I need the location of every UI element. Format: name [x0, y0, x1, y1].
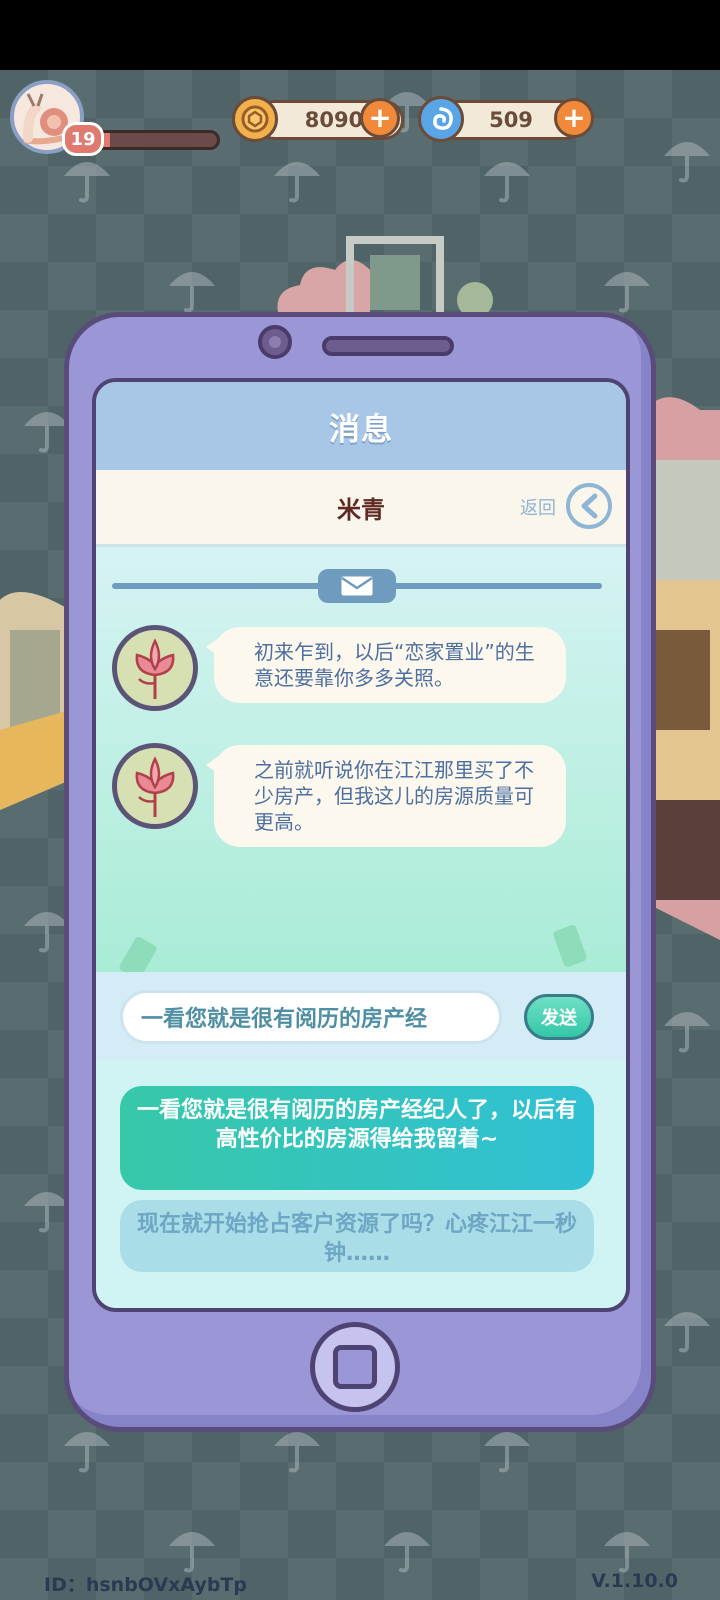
reply-option-2[interactable]: 现在就开始抢占客户资源了吗？心疼江江一秒钟…… [120, 1200, 594, 1272]
umbrella-icon [660, 1300, 714, 1354]
level-badge: 19 [62, 122, 104, 156]
chevron-left-icon [581, 493, 598, 519]
coin-icon [232, 96, 278, 142]
sender-avatar[interactable] [112, 625, 198, 711]
message-bubble: 初来乍到，以后“恋家置业”的生意还要靠你多多关照。 [206, 627, 566, 703]
reply-input[interactable]: 一看您就是很有阅历的房产经 [120, 990, 502, 1044]
umbrella-icon [165, 260, 219, 314]
phone-screen: 消息 米青 返回 初来乍到，以后“恋家置业”的生意还要靠你多多关照。 之前就听说… [92, 378, 630, 1312]
lotus-icon [135, 638, 175, 699]
reply-option-1[interactable]: 一看您就是很有阅历的房产经纪人了，以后有高性价比的房源得给我留着~ [120, 1086, 594, 1190]
reply-options: 一看您就是很有阅历的房产经纪人了，以后有高性价比的房源得给我留着~ 现在就开始抢… [96, 1060, 626, 1308]
umbrella-icon [165, 1520, 219, 1574]
leaf-decoration [552, 924, 588, 968]
phone-speaker [322, 336, 454, 356]
mail-badge [318, 569, 396, 603]
umbrella-icon [600, 1520, 654, 1574]
xp-progress-bar [92, 130, 220, 150]
chat-area[interactable]: 初来乍到，以后“恋家置业”的生意还要靠你多多关照。 之前就听说你在江江那里买了不… [96, 547, 626, 981]
sender-avatar[interactable] [112, 743, 198, 829]
envelope-icon [341, 576, 373, 596]
coin-amount: 8090 [304, 108, 364, 132]
back-button[interactable] [566, 483, 612, 529]
player-id: ID：hsnbOVxAybTp [44, 1574, 247, 1596]
home-square-icon [333, 1345, 377, 1389]
building-decoration-top [277, 236, 493, 320]
umbrella-icon [270, 150, 324, 204]
umbrella-icon [380, 1520, 434, 1574]
umbrella-icon [480, 150, 534, 204]
message-bubble: 之前就听说你在江江那里买了不少房产，但我这儿的房源质量可更高。 [206, 745, 566, 847]
umbrella-icon [660, 1000, 714, 1054]
back-label[interactable]: 返回 [520, 494, 556, 520]
phone-home-button[interactable] [310, 1322, 400, 1412]
umbrella-icon [660, 130, 714, 184]
contact-header: 米青 返回 [96, 470, 626, 547]
screen-title: 消息 [96, 382, 626, 470]
version-label: V.1.10.0 [591, 1570, 678, 1592]
lotus-icon [135, 756, 175, 817]
gem-amount: 509 [489, 108, 533, 132]
add-coins-button[interactable]: + [360, 98, 400, 138]
send-button[interactable]: 发送 [524, 994, 594, 1040]
status-bar [0, 0, 720, 70]
add-gems-button[interactable]: + [554, 98, 594, 138]
building-decoration-left [0, 592, 70, 810]
umbrella-icon [600, 260, 654, 314]
phone-camera [258, 325, 292, 359]
umbrella-icon [60, 150, 114, 204]
swirl-gem-icon [418, 96, 464, 142]
input-area: 一看您就是很有阅历的房产经 发送 [96, 972, 626, 1060]
